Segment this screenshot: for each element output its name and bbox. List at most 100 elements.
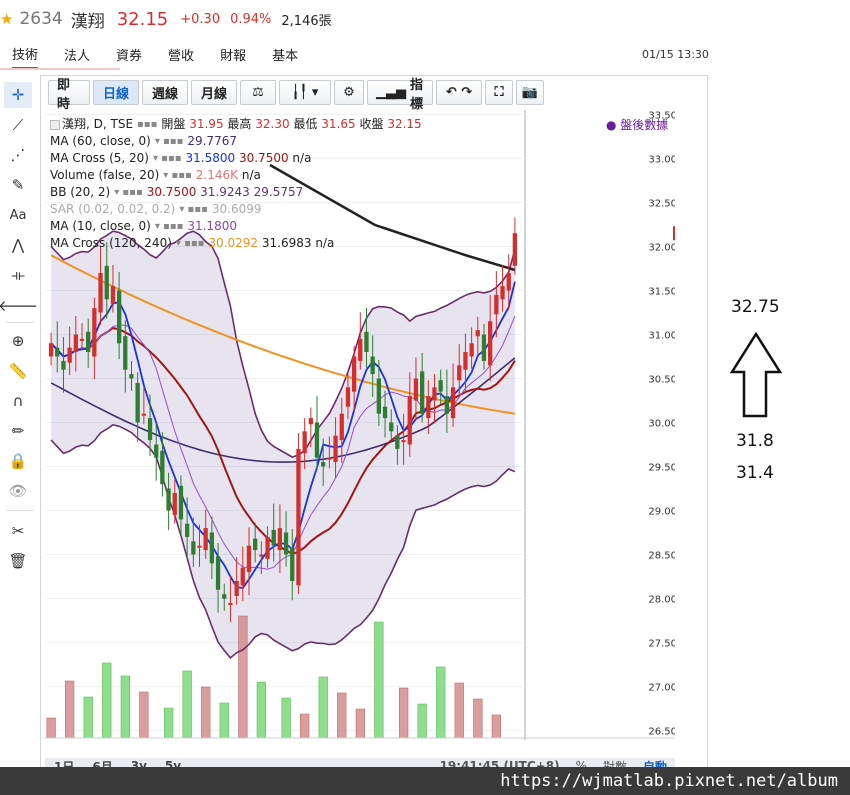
tab-bar: 技術 法人 資券 營收 財報 基本 01/15 13:30 (0, 40, 850, 69)
y-tick-label: 27.50 (648, 639, 675, 650)
volume-bar (238, 615, 248, 739)
low-value: 31.65 (321, 117, 356, 131)
ma60-label: MA (60, close, 0) (50, 134, 151, 148)
volume-bar (337, 692, 347, 739)
measure-icon[interactable]: ⟛ (4, 262, 32, 288)
tab-financials[interactable]: 財報 (220, 41, 246, 68)
tab-underline (0, 68, 120, 70)
y-tick-label: 31.50 (648, 286, 675, 297)
low-label: 最低 (293, 117, 318, 131)
undo-redo-icon[interactable]: ↶ ↷ (436, 80, 482, 105)
volume-bar (491, 714, 501, 739)
tab-institutional[interactable]: 法人 (64, 41, 90, 68)
volume-bar (473, 698, 483, 739)
fib-icon[interactable]: ⋰ (4, 142, 32, 168)
trash-icon[interactable]: 🗑 (4, 548, 32, 574)
zoom-icon[interactable]: ⊕ (4, 328, 32, 354)
tools-icon[interactable]: ✂ (4, 518, 32, 544)
ma10-label: MA (10, close, 0) (50, 219, 151, 233)
pattern-icon[interactable]: ⋀ (4, 232, 32, 258)
up-arrow-icon (729, 332, 783, 418)
tab-technical[interactable]: 技術 (12, 40, 39, 69)
price-change-percent: 0.94% (230, 11, 272, 27)
tab-basic[interactable]: 基本 (272, 41, 298, 68)
volume-bar (219, 702, 229, 739)
after-hours-link[interactable]: ● 盤後數據 (606, 116, 668, 133)
chart-legend: 漢翔, D, TSE ▪▪▪ 開盤 31.95 最高 32.30 最低 31.6… (50, 116, 422, 252)
collapse-icon[interactable] (50, 119, 60, 130)
bb-v1: 30.7500 (146, 185, 197, 199)
y-tick-label: 30.00 (648, 419, 675, 430)
open-label: 開盤 (161, 117, 186, 131)
interval-daily[interactable]: 日線 (93, 80, 139, 105)
target-price: 32.75 (731, 297, 780, 317)
volume-v1: 2.146K (195, 168, 239, 182)
volume-bar (355, 708, 365, 739)
indicators-button[interactable]: ▁▃▅ 指標 (367, 78, 433, 112)
volume-bar (65, 680, 75, 739)
interval-weekly[interactable]: 週線 (142, 80, 188, 105)
y-tick-label: 30.50 (648, 374, 675, 385)
high-label: 最高 (227, 117, 252, 131)
stock-code: 2634 (19, 9, 63, 29)
chart-toolbar: 即時 日線 週線 月線 ⚖ ╽╿ ▾ ⚙ ▁▃▅ 指標 ↶ ↷ ⛶ 📷 (48, 78, 544, 112)
tab-margin[interactable]: 資券 (116, 41, 142, 68)
eye-icon[interactable]: 👁 (4, 478, 32, 504)
legend-bb[interactable]: BB (20, 2) ▾ ▪▪▪ 30.7500 31.9243 29.5757 (50, 184, 422, 201)
volume-bar (120, 675, 130, 739)
tab-revenue[interactable]: 營收 (168, 41, 194, 68)
bb-v2: 31.9243 (200, 185, 250, 199)
macross-na: n/a (292, 151, 312, 165)
lock-icon[interactable]: 🔒 (4, 448, 32, 474)
interval-monthly[interactable]: 月線 (191, 80, 237, 105)
legend-volume[interactable]: Volume (false, 20) ▾ ▪▪▪ 2.146K n/a (50, 167, 422, 184)
volume-bar (318, 676, 328, 739)
compare-icon[interactable]: ⚖ (240, 80, 276, 105)
legend-ma10[interactable]: MA (10, close, 0) ▾ ▪▪▪ 31.1800 (50, 218, 422, 235)
close-value: 32.15 (387, 117, 422, 131)
arrow-left-icon[interactable]: 🡐 (0, 292, 38, 318)
star-icon[interactable]: ★ (0, 10, 13, 28)
volume-bar (300, 713, 310, 739)
pencil-lock-icon[interactable]: ✏ (4, 418, 32, 444)
camera-icon[interactable]: 📷 (516, 80, 544, 105)
legend-tools-icon[interactable]: ▪▪▪ (137, 116, 157, 133)
legend-macross2[interactable]: MA Cross (120, 240) ▾ ▪▪▪ 30.0292 31.6983 … (50, 235, 422, 252)
ruler-icon[interactable]: 📏 (4, 358, 32, 384)
indicators-label: 指標 (410, 77, 424, 112)
bb-label: BB (20, 2) (50, 185, 111, 199)
candle (296, 433, 301, 595)
volume-bar (201, 686, 211, 739)
stock-name: 漢翔 (70, 11, 105, 32)
crosshair-icon[interactable]: ✛ (4, 82, 32, 108)
legend-ma60[interactable]: MA (60, close, 0) ▾ ▪▪▪ 29.7767 (50, 133, 422, 150)
high-value: 32.30 (255, 117, 290, 131)
level-two: 31.4 (736, 463, 774, 483)
volume-bar (374, 621, 384, 739)
volume-bar (83, 696, 93, 739)
volume-bar (281, 697, 291, 739)
bb-v3: 29.5757 (253, 185, 304, 199)
last-price-tag: 32.15 (673, 226, 675, 241)
legend-sar[interactable]: SAR (0.02, 0.02, 0.2) ▾ ▪▪▪ 30.6099 (50, 201, 422, 218)
y-tick-label: 28.50 (648, 551, 675, 562)
timestamp: 01/15 13:30 (642, 48, 709, 61)
interval-realtime[interactable]: 即時 (48, 78, 90, 112)
y-tick-label: 32.00 (648, 242, 675, 253)
y-tick-label: 26.50 (648, 727, 675, 738)
settings-icon[interactable]: ⚙ (334, 80, 364, 105)
magnet-icon[interactable]: ∩ (4, 388, 32, 414)
fullscreen-icon[interactable]: ⛶ (485, 80, 513, 105)
volume-bar (399, 687, 409, 739)
after-hours-label: 盤後數據 (620, 118, 669, 132)
text-icon[interactable]: Aa (4, 202, 32, 228)
legend-symbol: 漢翔, D, TSE (62, 117, 134, 131)
macross-v1: 31.5800 (185, 151, 236, 165)
sar-label: SAR (0.02, 0.02, 0.2) (50, 202, 176, 216)
macross-label: MA Cross (5, 20) (50, 151, 149, 165)
brush-icon[interactable]: ✎ (4, 172, 32, 198)
candle-type-icon[interactable]: ╽╿ ▾ (279, 80, 331, 105)
legend-macross[interactable]: MA Cross (5, 20) ▾ ▪▪▪ 31.5800 30.7500 n/a (50, 150, 422, 167)
trend-line-icon[interactable]: ⟋ (4, 112, 32, 138)
quote-header: ★ 2634 漢翔 32.15 +0.30 0.94% 2,146張 (0, 6, 332, 32)
